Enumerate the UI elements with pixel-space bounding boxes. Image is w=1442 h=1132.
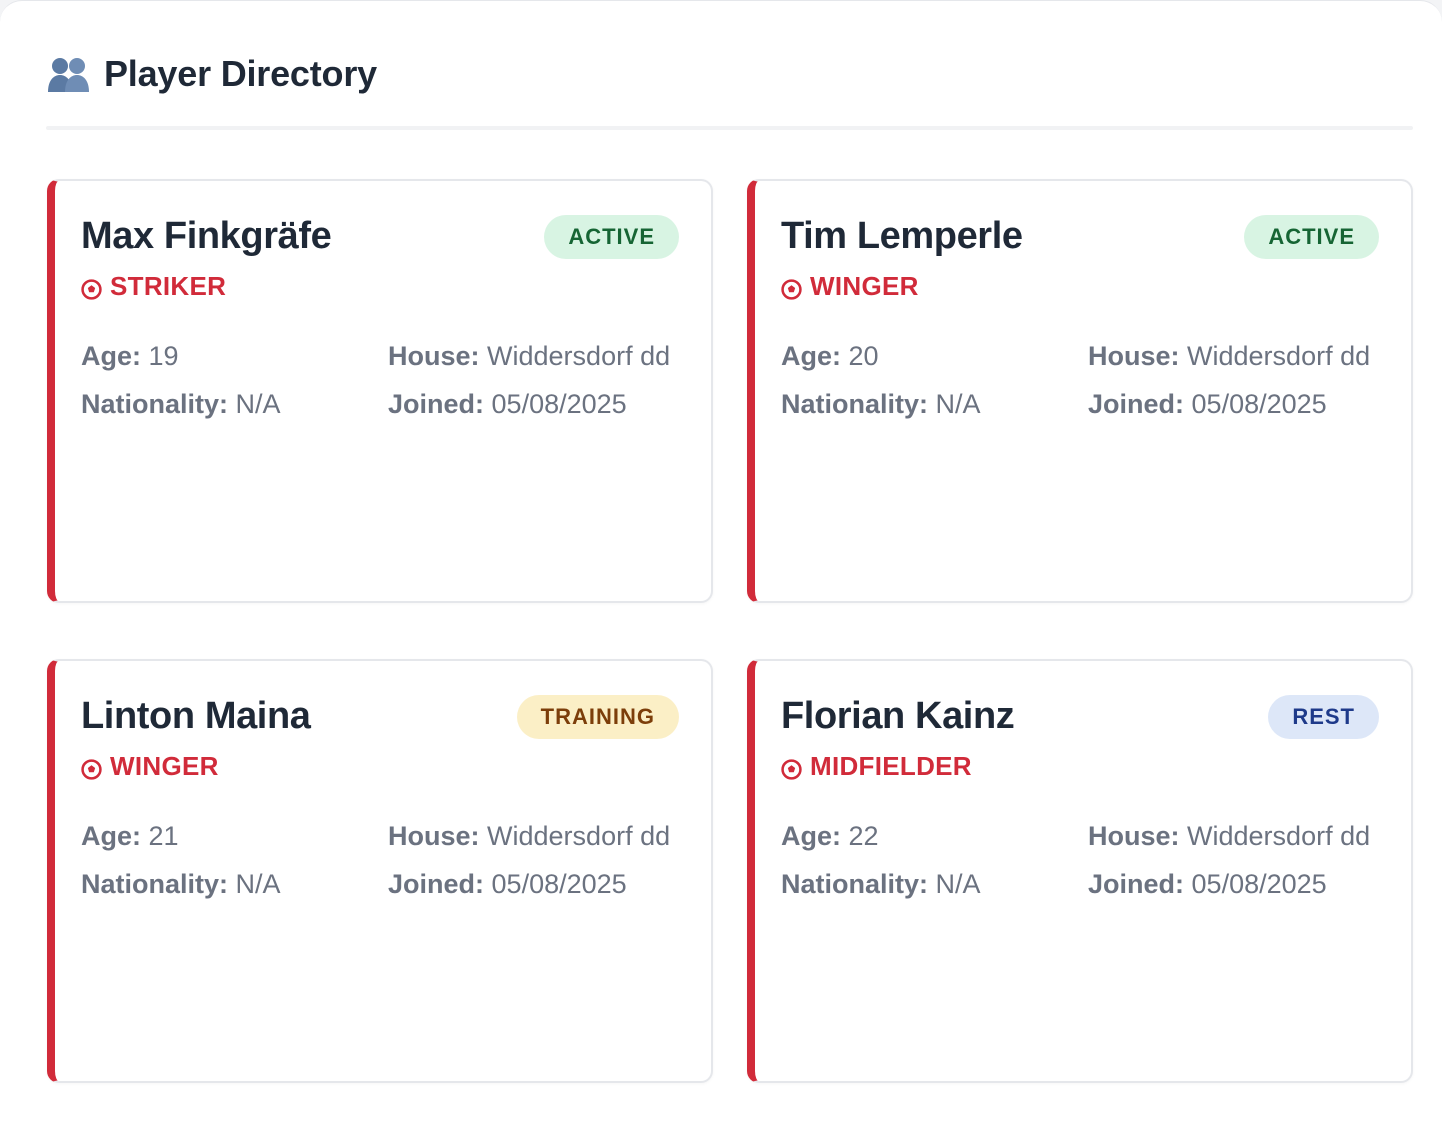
- nationality-label: Nationality:: [81, 389, 229, 419]
- age-value: 20: [848, 341, 879, 371]
- nationality-value: N/A: [235, 869, 281, 899]
- joined-label: Joined:: [1088, 389, 1185, 419]
- position-label: WINGER: [110, 751, 219, 781]
- player-info: Age: 19 House: Widdersdorf dd Nationalit…: [81, 339, 681, 421]
- joined-value: 05/08/2025: [1191, 869, 1327, 899]
- nationality-value: N/A: [935, 389, 981, 419]
- house-field: House: Widdersdorf dd: [388, 819, 681, 853]
- soccer-ball-icon: [81, 756, 102, 780]
- joined-field: Joined: 05/08/2025: [1088, 387, 1381, 421]
- age-value: 21: [148, 821, 179, 851]
- house-field: House: Widdersdorf dd: [1088, 819, 1381, 853]
- nationality-label: Nationality:: [781, 869, 929, 899]
- nationality-label: Nationality:: [81, 869, 229, 899]
- nationality-field: Nationality: N/A: [81, 867, 388, 901]
- directory-header: Player Directory: [46, 53, 377, 95]
- nationality-value: N/A: [935, 869, 981, 899]
- house-label: House:: [388, 821, 480, 851]
- age-label: Age:: [781, 821, 841, 851]
- position-label: WINGER: [810, 271, 919, 301]
- joined-field: Joined: 05/08/2025: [388, 867, 681, 901]
- player-name: Florian Kainz: [781, 695, 1015, 737]
- joined-label: Joined:: [1088, 869, 1185, 899]
- position-label: MIDFIELDER: [810, 751, 972, 781]
- player-grid: Max Finkgräfe ACTIVE STRIKER Age: 19 Hou…: [47, 179, 1413, 1083]
- nationality-label: Nationality:: [781, 389, 929, 419]
- age-field: Age: 20: [781, 339, 1088, 373]
- house-field: House: Widdersdorf dd: [388, 339, 681, 373]
- house-value: Widdersdorf dd: [487, 341, 671, 371]
- soccer-ball-icon: [781, 756, 802, 780]
- joined-value: 05/08/2025: [1191, 389, 1327, 419]
- player-name: Tim Lemperle: [781, 215, 1023, 257]
- player-name: Max Finkgräfe: [81, 215, 332, 257]
- player-position: WINGER: [781, 271, 919, 302]
- nationality-field: Nationality: N/A: [781, 867, 1088, 901]
- status-badge: ACTIVE: [1244, 215, 1379, 259]
- age-value: 22: [848, 821, 879, 851]
- status-badge: ACTIVE: [544, 215, 679, 259]
- soccer-ball-icon: [781, 276, 802, 300]
- nationality-field: Nationality: N/A: [781, 387, 1088, 421]
- player-card[interactable]: Linton Maina TRAINING WINGER Age: 21 Hou…: [47, 659, 713, 1083]
- player-info: Age: 20 House: Widdersdorf dd Nationalit…: [781, 339, 1381, 421]
- player-position: WINGER: [81, 751, 219, 782]
- player-position: STRIKER: [81, 271, 226, 302]
- player-card[interactable]: Florian Kainz REST MIDFIELDER Age: 22 Ho…: [747, 659, 1413, 1083]
- nationality-value: N/A: [235, 389, 281, 419]
- joined-label: Joined:: [388, 869, 485, 899]
- player-position: MIDFIELDER: [781, 751, 972, 782]
- house-field: House: Widdersdorf dd: [1088, 339, 1381, 373]
- status-badge: REST: [1268, 695, 1379, 739]
- player-card[interactable]: Max Finkgräfe ACTIVE STRIKER Age: 19 Hou…: [47, 179, 713, 603]
- house-value: Widdersdorf dd: [487, 821, 671, 851]
- age-field: Age: 19: [81, 339, 388, 373]
- age-value: 19: [148, 341, 179, 371]
- age-label: Age:: [81, 821, 141, 851]
- soccer-ball-icon: [81, 276, 102, 300]
- age-label: Age:: [81, 341, 141, 371]
- status-badge: TRAINING: [516, 695, 679, 739]
- nationality-field: Nationality: N/A: [81, 387, 388, 421]
- joined-field: Joined: 05/08/2025: [388, 387, 681, 421]
- house-label: House:: [1088, 821, 1180, 851]
- age-label: Age:: [781, 341, 841, 371]
- house-value: Widdersdorf dd: [1187, 341, 1371, 371]
- header-divider: [46, 126, 1413, 130]
- page-title: Player Directory: [104, 53, 377, 94]
- age-field: Age: 22: [781, 819, 1088, 853]
- position-label: STRIKER: [110, 271, 227, 301]
- joined-label: Joined:: [388, 389, 485, 419]
- joined-value: 05/08/2025: [491, 389, 627, 419]
- player-name: Linton Maina: [81, 695, 311, 737]
- house-label: House:: [388, 341, 480, 371]
- player-info: Age: 21 House: Widdersdorf dd Nationalit…: [81, 819, 681, 901]
- player-card[interactable]: Tim Lemperle ACTIVE WINGER Age: 20 House…: [747, 179, 1413, 603]
- age-field: Age: 21: [81, 819, 388, 853]
- joined-value: 05/08/2025: [491, 869, 627, 899]
- house-value: Widdersdorf dd: [1187, 821, 1371, 851]
- joined-field: Joined: 05/08/2025: [1088, 867, 1381, 901]
- house-label: House:: [1088, 341, 1180, 371]
- player-info: Age: 22 House: Widdersdorf dd Nationalit…: [781, 819, 1381, 901]
- people-icon: [46, 54, 92, 94]
- player-directory-panel: Player Directory Max Finkgräfe ACTIVE ST…: [0, 0, 1442, 1132]
